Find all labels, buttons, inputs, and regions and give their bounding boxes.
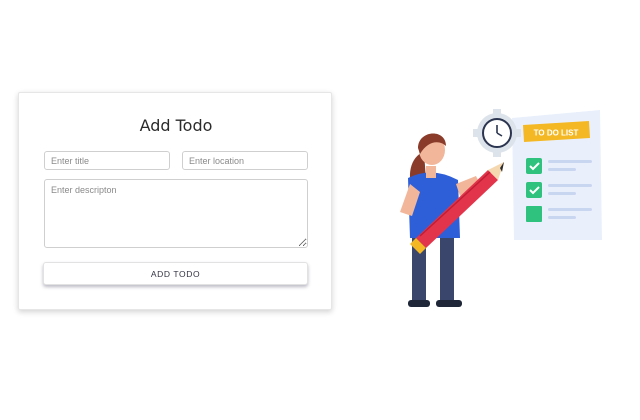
checkbox-empty-3 (526, 206, 542, 222)
todo-illustration: TO DO LIST (400, 109, 602, 307)
form-heading: Add Todo (139, 116, 213, 135)
add-todo-button[interactable]: ADD TODO (43, 262, 308, 285)
todo-list-header-text: TO DO LIST (534, 129, 579, 138)
location-input[interactable] (182, 151, 308, 170)
description-textarea[interactable] (44, 179, 308, 248)
checkbox-checked-1 (526, 158, 542, 174)
checkbox-checked-2 (526, 182, 542, 198)
page: Add Todo ADD TODO TO DO LIST (0, 0, 640, 420)
title-input[interactable] (44, 151, 170, 170)
